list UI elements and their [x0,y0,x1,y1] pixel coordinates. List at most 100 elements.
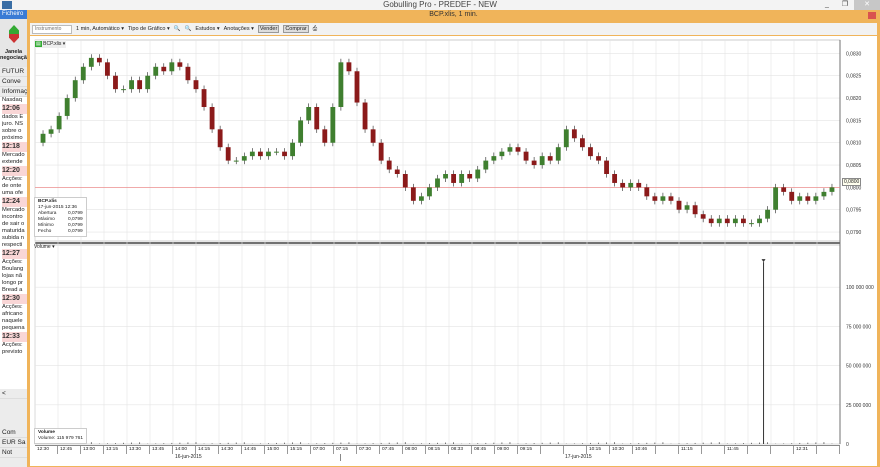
news-time[interactable]: 12:30 [2,294,27,304]
sell-button[interactable]: Vender [257,25,280,33]
news-text[interactable]: Mercado [2,207,27,214]
news-text[interactable]: previsto [2,349,27,356]
candle [644,187,650,197]
news-text[interactable]: naquele [2,318,27,325]
x-tick-label: 10:46 [633,446,656,454]
volume-bar [372,443,374,444]
chart-svg[interactable]: 0,0830 0,0825 0,0820 0,0815 0,0810 0,0805 0,08… [30,36,877,466]
zoom-in-icon[interactable]: 🔍 [174,26,181,32]
zoom-out-icon[interactable]: 🔍 [185,26,192,32]
chart-area[interactable]: 0,0830 0,0825 0,0820 0,0815 0,0810 0,0805 0,08… [30,36,877,466]
x-tick-label: 09:15 [518,446,541,454]
news-time[interactable]: 12:24 [2,197,27,207]
volume-bar [131,442,132,444]
y-tick-label: 0,0815 [846,118,862,124]
scroll-left-button[interactable]: < [0,389,27,399]
annotations-dropdown[interactable]: Anotações ▾ [224,26,254,32]
x-tick-label [817,446,840,454]
news-text[interactable]: pequena [2,325,27,332]
candle [177,62,183,67]
volume-bar [348,442,350,444]
news-text[interactable]: maturida [2,228,27,235]
candle [427,187,432,197]
volume-bar [388,442,390,444]
minimize-button[interactable]: _ [818,0,836,10]
volume-tick-label: 100 000 000 [846,285,874,291]
news-text[interactable]: uma ofe [2,190,27,197]
news-time[interactable]: 12:18 [2,142,27,152]
news-time[interactable]: 12:33 [2,332,27,342]
news-text[interactable]: respecti [2,242,27,249]
news-text[interactable]: Acções: [2,342,27,349]
volume-bar [227,442,229,444]
candle [749,223,754,225]
tab-conversa[interactable]: Conve [0,77,27,87]
close-button[interactable]: ✕ [854,0,880,10]
volume-bar [429,443,430,444]
news-text[interactable]: longo pr [2,280,27,287]
buy-button[interactable]: Comprar [283,25,309,33]
news-text[interactable]: dados E [2,114,27,121]
news-text[interactable]: Acções: [2,304,27,311]
news-text[interactable]: de sair o [2,221,27,228]
maximize-button[interactable]: ❐ [836,0,854,10]
janela-negociacao-button[interactable]: Janela negociação [0,19,27,67]
volume-bar [340,442,342,444]
candle [491,156,497,161]
candle [233,160,239,162]
tab-futur[interactable]: FUTUR [0,67,27,77]
news-text[interactable]: subida n [2,235,27,242]
left-panel: Ficheiro ▾ Janela negociação FUTUR Conve… [0,10,27,467]
x-tick-label [702,446,725,454]
volume-selector[interactable]: Volume ▾ [34,244,55,250]
news-text[interactable]: juro. NS [2,121,27,128]
x-tick-label: 13:30 [127,446,150,454]
current-price-label: 0,0800 [842,178,862,186]
candle [676,200,682,210]
candle [628,182,634,188]
news-list[interactable]: Nasdaq 12:06 dados Ejuro. NS sobre o próxim… [0,97,27,389]
news-text[interactable]: Boulang [2,266,27,273]
symbol-selector[interactable]: ▤ BCP.xlis ▾ [34,40,67,48]
news-text[interactable]: extende [2,159,27,166]
news-text[interactable]: sobre o [2,128,27,135]
candle [113,75,118,90]
volume-bar [743,443,744,444]
volume-bar [557,442,559,444]
candle [56,115,62,130]
print-icon[interactable]: ⎙ [313,26,317,33]
price-info-box: BCP.xlis 17-jun-2015 12:36 Abertura 0,0799 M… [34,197,87,237]
candle [821,191,827,197]
news-text[interactable]: Bread a [2,287,27,294]
news-text[interactable]: africano [2,311,27,318]
candle [531,160,537,166]
news-time[interactable]: 12:20 [2,166,27,176]
app-title: Gobulling Pro - PREDEF - NEW [383,0,497,9]
currency-eur[interactable]: EUR Sa [0,438,27,448]
news-text[interactable]: lojas nã [2,273,27,280]
volume-bar [751,442,752,444]
menu-ficheiro[interactable]: Ficheiro ▾ [0,10,27,26]
news-text[interactable]: Acções: [2,259,27,266]
volume-bar [630,443,632,444]
studies-dropdown[interactable]: Estudos ▾ [195,26,219,32]
news-text[interactable]: próximo [2,135,27,142]
volume-tick-label: 75 000 000 [846,324,871,330]
news-text[interactable]: de onte [2,183,27,190]
tab-not[interactable]: Not [0,448,27,458]
chart-close-button[interactable] [868,12,876,19]
volume-bar [195,442,197,444]
news-time[interactable]: 12:27 [2,249,27,259]
x-tick-label: 14:30 [219,446,242,454]
news-text[interactable]: incontro [2,214,27,221]
y-tick-label: 0,0805 [846,163,862,169]
volume-bar [582,443,583,444]
news-text[interactable]: Acções: [2,176,27,183]
news-time[interactable]: 12:06 [2,104,27,114]
interval-dropdown[interactable]: 1 min, Automático ▾ [76,26,124,32]
news-text[interactable]: Mercado [2,152,27,159]
tab-com[interactable]: Com [0,428,27,438]
instrument-input[interactable] [32,24,72,34]
candle [314,107,320,130]
chart-type-dropdown[interactable]: Tipo de Gráfico ▾ [128,26,170,32]
